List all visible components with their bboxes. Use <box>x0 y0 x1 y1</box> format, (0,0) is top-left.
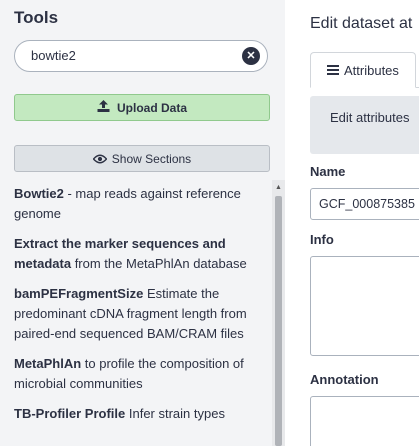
tool-search-box[interactable]: ✕ <box>14 40 268 72</box>
upload-data-label: Upload Data <box>116 100 187 115</box>
tool-item-extract-markers[interactable]: Extract the marker sequences and metadat… <box>0 232 272 282</box>
tool-item-bampefragmentsize[interactable]: bamPEFragmentSize Estimate the predomina… <box>0 282 272 352</box>
info-label: Info <box>310 232 334 247</box>
tool-name: MetaPhlAn <box>14 356 82 371</box>
tool-item-metaphlan[interactable]: MetaPhlAn to profile the composition of … <box>0 352 272 402</box>
annotation-label: Annotation <box>310 372 379 387</box>
tools-heading: Tools <box>14 8 59 27</box>
show-sections-label: Show Sections <box>111 151 192 166</box>
eye-icon <box>92 154 107 164</box>
tool-description: Infer strain types <box>125 406 225 421</box>
scroll-up-arrow-icon[interactable]: ▲ <box>275 184 282 191</box>
page-title: Edit dataset at <box>310 15 413 32</box>
close-circle-icon[interactable]: ✕ <box>242 47 260 65</box>
upload-icon <box>97 100 110 115</box>
alert-text: Edit attributes <box>330 110 410 125</box>
tool-search-input[interactable] <box>31 48 231 63</box>
annotation-textarea[interactable] <box>310 396 419 446</box>
tool-description: from the MetaPhlAn database <box>71 256 247 271</box>
tool-item-bowtie2[interactable]: Bowtie2 - map reads against reference ge… <box>0 182 272 232</box>
center-panel: Edit dataset at Attributes Edit attribut… <box>286 0 419 446</box>
tab-attributes-label: Attributes <box>344 62 399 78</box>
scrollbar-thumb[interactable] <box>275 196 282 446</box>
tab-attributes[interactable]: Attributes <box>310 52 416 88</box>
show-sections-button[interactable]: Show Sections <box>14 145 270 172</box>
tool-name: TB-Profiler Profile <box>14 406 126 421</box>
tool-name: Bowtie2 <box>14 186 64 201</box>
tool-name: bamPEFragmentSize <box>14 286 144 301</box>
bars-icon <box>327 65 339 75</box>
tool-item-tb-profiler[interactable]: TB-Profiler Profile Infer strain types <box>0 402 272 432</box>
tool-list-scrollbar[interactable]: ▲ <box>272 180 285 446</box>
name-label: Name <box>310 164 346 179</box>
edit-attributes-alert: Edit attributes <box>310 96 419 154</box>
info-textarea[interactable] <box>310 256 419 356</box>
upload-data-button[interactable]: Upload Data <box>14 94 270 121</box>
tool-panel: Tools ✕ Upload Data Show Sections Bowtie… <box>0 0 285 446</box>
name-input[interactable] <box>310 188 419 220</box>
tool-search-results: Bowtie2 - map reads against reference ge… <box>0 182 272 446</box>
